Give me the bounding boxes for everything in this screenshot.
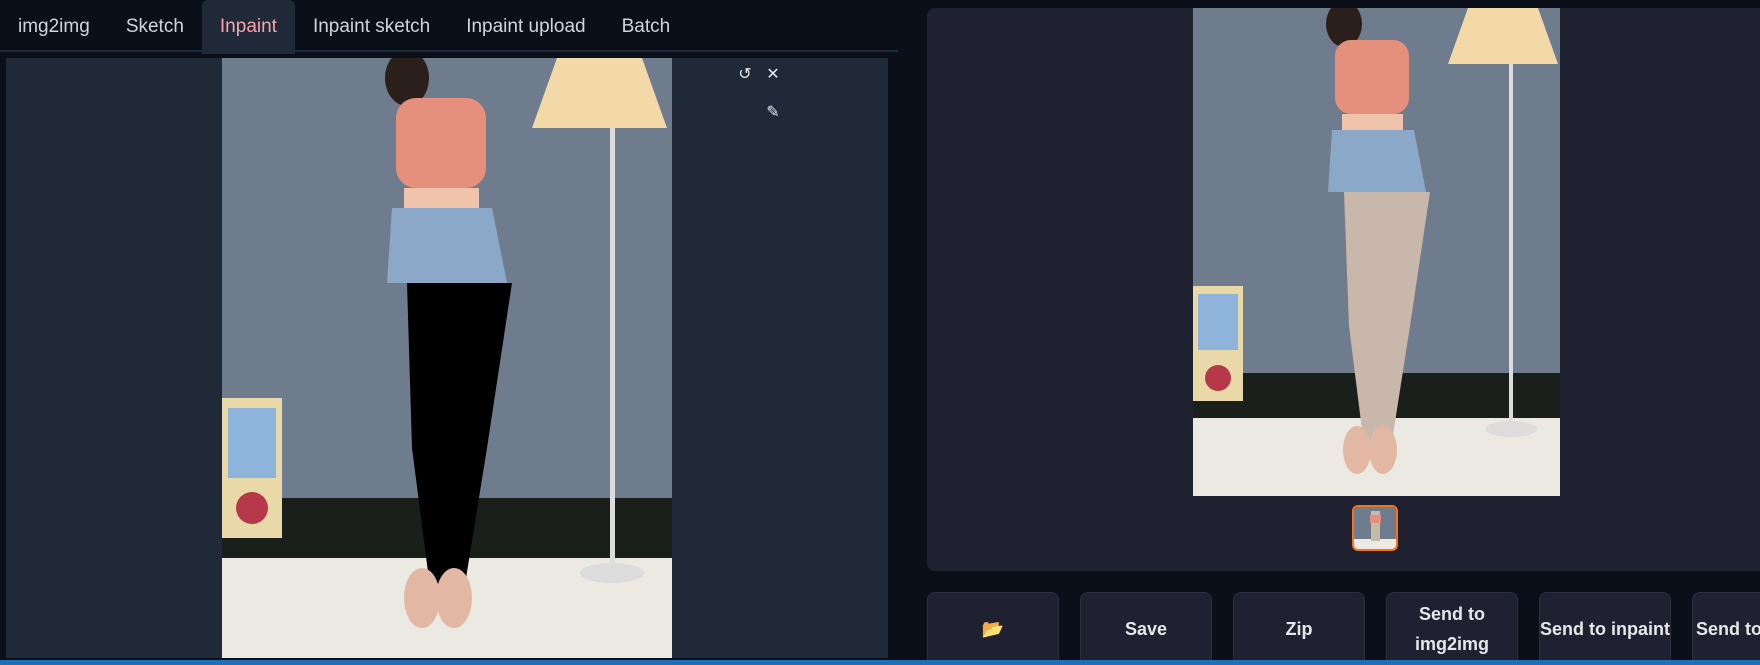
- brush-icon[interactable]: ✎: [762, 101, 784, 123]
- save-button[interactable]: Save: [1080, 592, 1212, 665]
- tab-inpaint[interactable]: Inpaint: [201, 0, 295, 54]
- send-to-extras-button[interactable]: Send to extras: [1692, 592, 1760, 665]
- tab-bar: img2img Sketch Inpaint Inpaint sketch In…: [0, 0, 898, 54]
- bottom-progress-bar: [0, 660, 1760, 665]
- send-to-inpaint-button[interactable]: Send to inpaint: [1539, 592, 1671, 665]
- tab-inpaint-upload[interactable]: Inpaint upload: [448, 0, 603, 54]
- gallery-thumbnail[interactable]: [1352, 505, 1398, 551]
- inpaint-canvas-image[interactable]: [222, 58, 672, 658]
- tab-batch[interactable]: Batch: [604, 0, 689, 54]
- open-folder-button[interactable]: 📂: [927, 592, 1059, 665]
- tab-divider: [0, 50, 898, 52]
- tab-inpaint-sketch[interactable]: Inpaint sketch: [295, 0, 448, 54]
- output-gallery: [927, 8, 1760, 571]
- send-to-img2img-button[interactable]: Send to img2img: [1386, 592, 1518, 665]
- action-button-row: 📂 Save Zip Send to img2img Send to inpai…: [927, 592, 1760, 665]
- zip-button[interactable]: Zip: [1233, 592, 1365, 665]
- folder-icon: 📂: [981, 619, 1005, 639]
- undo-icon[interactable]: ↺: [734, 63, 756, 85]
- tab-sketch[interactable]: Sketch: [108, 0, 202, 54]
- inpaint-canvas-panel: ↺ ✕ ✎: [6, 58, 888, 658]
- tab-img2img[interactable]: img2img: [0, 0, 108, 54]
- close-icon[interactable]: ✕: [762, 63, 784, 85]
- result-image[interactable]: [1193, 8, 1560, 496]
